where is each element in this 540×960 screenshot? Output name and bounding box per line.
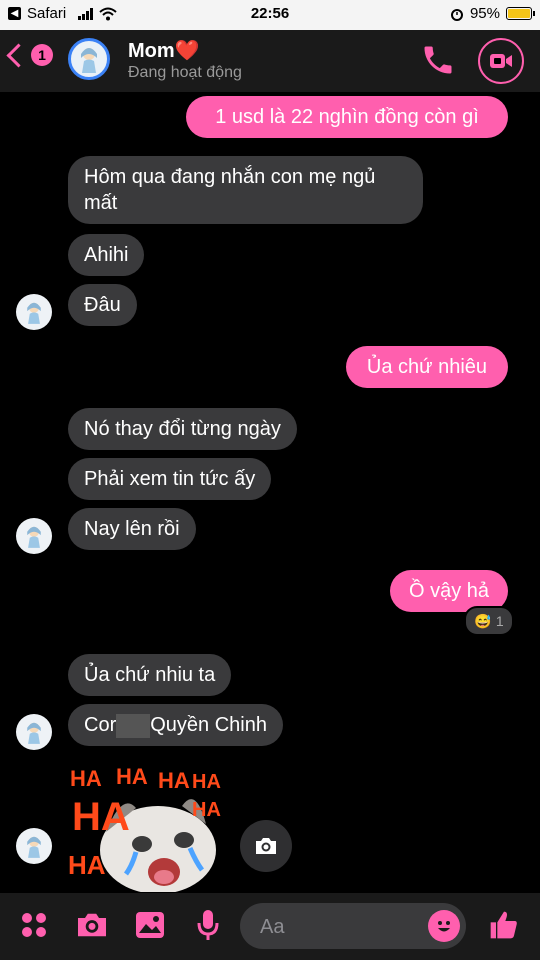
profile-picture bbox=[27, 526, 41, 548]
incoming-message[interactable]: Đâu bbox=[68, 284, 137, 326]
incoming-message[interactable]: Ahihi bbox=[68, 234, 145, 276]
sticker-ha-2: HA bbox=[116, 764, 148, 789]
message-text-end: Quyền Chinh bbox=[150, 714, 267, 736]
microphone-icon bbox=[197, 910, 219, 940]
sticker-ha-4: HA bbox=[192, 771, 221, 793]
contact-avatar-small[interactable] bbox=[16, 518, 52, 554]
profile-picture bbox=[81, 48, 97, 73]
reaction-count: 1 bbox=[495, 613, 504, 629]
unread-badge: 1 bbox=[31, 44, 53, 66]
profile-picture bbox=[27, 836, 41, 858]
camera-button[interactable] bbox=[74, 907, 110, 943]
sticker-ha-6: HA bbox=[192, 799, 221, 821]
like-button[interactable] bbox=[486, 907, 522, 943]
incoming-message[interactable]: Ủa chứ nhiu ta bbox=[68, 654, 232, 696]
heart-emoji: ❤️ bbox=[174, 40, 200, 62]
active-status: Đang hoạt động bbox=[128, 64, 242, 81]
incoming-message[interactable]: Nó thay đổi từng ngày bbox=[68, 408, 297, 450]
call-button[interactable] bbox=[420, 42, 456, 78]
contact-name-text: Mom bbox=[128, 40, 175, 62]
outgoing-message[interactable]: Ủa chứ nhiêu bbox=[346, 346, 508, 388]
profile-picture bbox=[27, 302, 41, 324]
reaction-emoji: 😅 bbox=[474, 612, 492, 629]
incoming-message[interactable]: Phải xem tin tức ấy bbox=[68, 458, 272, 500]
camera-icon bbox=[256, 838, 276, 854]
video-call-button[interactable] bbox=[478, 38, 524, 84]
status-right: 95% bbox=[450, 5, 535, 22]
contact-name[interactable]: Mom❤️ bbox=[128, 38, 200, 63]
message-input-wrapper[interactable] bbox=[240, 903, 466, 949]
sticker-ha-3: HA bbox=[158, 768, 190, 793]
message-composer bbox=[0, 893, 540, 960]
contact-avatar-small[interactable] bbox=[16, 294, 52, 330]
share-photo-button[interactable] bbox=[240, 820, 292, 872]
chevron-left-icon bbox=[6, 42, 31, 68]
emoji-button[interactable] bbox=[428, 910, 460, 942]
four-dots-icon bbox=[22, 913, 46, 937]
profile-picture bbox=[27, 722, 41, 744]
video-camera-icon bbox=[490, 54, 512, 68]
more-actions-button[interactable] bbox=[16, 907, 52, 943]
back-button[interactable]: 1 bbox=[6, 42, 53, 68]
voice-button[interactable] bbox=[190, 907, 226, 943]
sticker-image: HA HA HA HA HA HA HA bbox=[68, 764, 221, 894]
laughing-cat-sticker[interactable]: HA HA HA HA HA HA HA bbox=[66, 762, 226, 894]
incoming-message[interactable]: Hôm qua đang nhắn con mẹ ngủ mất bbox=[68, 156, 423, 224]
battery-percent: 95% bbox=[469, 5, 500, 22]
status-bar: ◀ Safari 22:56 95% bbox=[0, 0, 540, 30]
message-reaction[interactable]: 😅 1 bbox=[464, 606, 514, 636]
message-text-start: Cor bbox=[84, 714, 117, 736]
outgoing-message[interactable]: 1 usd là 22 nghìn đồng còn gì bbox=[186, 96, 508, 138]
sticker-ha-5: HA bbox=[72, 795, 130, 839]
contact-avatar-small[interactable] bbox=[16, 714, 52, 750]
battery-icon bbox=[506, 7, 535, 20]
redacted-blur bbox=[116, 713, 151, 738]
smiley-icon bbox=[438, 921, 450, 932]
image-icon bbox=[136, 912, 164, 938]
sticker-ha-1: HA bbox=[70, 766, 102, 791]
chat-header: 1 Mom❤️ Đang hoạt động bbox=[0, 30, 540, 92]
sticker-ha-7: HA bbox=[68, 850, 106, 880]
incoming-message[interactable]: Cor Quyền Chinh bbox=[68, 704, 283, 746]
incoming-message[interactable]: Nay lên rồi bbox=[68, 508, 196, 550]
phone-icon bbox=[424, 46, 452, 74]
gallery-button[interactable] bbox=[132, 907, 168, 943]
contact-avatar[interactable] bbox=[68, 38, 110, 80]
message-input[interactable] bbox=[258, 913, 412, 941]
camera-icon bbox=[78, 913, 106, 937]
alarm-icon bbox=[450, 8, 463, 21]
contact-avatar-small[interactable] bbox=[16, 828, 52, 864]
thumbs-up-icon bbox=[490, 911, 517, 939]
